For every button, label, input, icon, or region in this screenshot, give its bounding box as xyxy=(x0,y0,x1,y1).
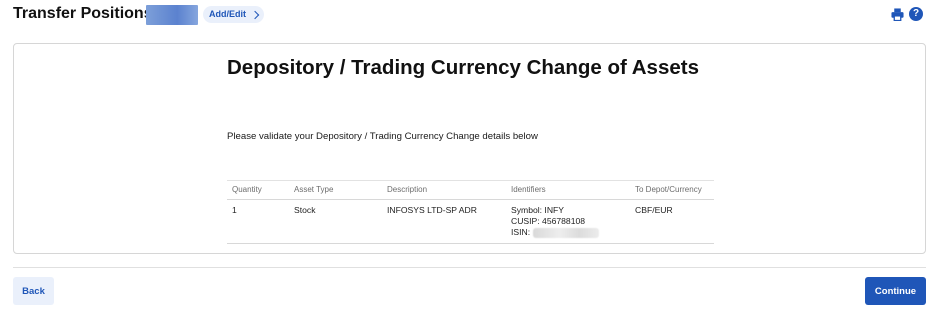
header-identifiers: Identifiers xyxy=(511,185,546,194)
cell-quantity: 1 xyxy=(232,205,237,215)
back-button[interactable]: Back xyxy=(13,277,54,305)
cell-to-depot-currency: CBF/EUR xyxy=(635,205,673,215)
footer-divider xyxy=(13,267,926,268)
page-header: Transfer Positions Add/Edit ? xyxy=(0,0,937,30)
chevron-right-icon xyxy=(250,10,260,19)
isin-redacted-value xyxy=(533,227,600,238)
header-quantity: Quantity xyxy=(232,185,262,194)
add-edit-label: Add/Edit xyxy=(209,9,246,19)
header-to-depot-currency: To Depot/Currency xyxy=(635,185,702,194)
positions-table: Quantity Asset Type Description Identifi… xyxy=(227,180,714,244)
page-title: Transfer Positions xyxy=(13,5,153,22)
table-row: 1 Stock INFOSYS LTD-SP ADR Symbol: INFY … xyxy=(227,200,714,244)
table-header: Quantity Asset Type Description Identifi… xyxy=(227,180,714,200)
account-selector-redacted[interactable] xyxy=(146,5,198,25)
header-description: Description xyxy=(387,185,428,194)
identifier-symbol: Symbol: INFY xyxy=(511,205,565,215)
cell-identifiers: Symbol: INFY CUSIP: 456788108 ISIN: xyxy=(511,205,600,238)
isin-label: ISIN: xyxy=(511,227,531,237)
continue-button[interactable]: Continue xyxy=(865,277,926,305)
cell-asset-type: Stock xyxy=(294,205,316,215)
cell-description: INFOSYS LTD-SP ADR xyxy=(387,205,477,215)
instructions-text: Please validate your Depository / Tradin… xyxy=(227,131,538,142)
identifier-isin: ISIN: xyxy=(511,227,600,238)
add-edit-button[interactable]: Add/Edit xyxy=(203,6,264,23)
help-icon[interactable]: ? xyxy=(909,7,923,21)
card-title: Depository / Trading Currency Change of … xyxy=(227,56,699,79)
identifier-cusip: CUSIP: 456788108 xyxy=(511,216,586,226)
review-card: Depository / Trading Currency Change of … xyxy=(13,43,926,254)
header-asset-type: Asset Type xyxy=(294,185,334,194)
print-icon[interactable] xyxy=(891,8,904,21)
